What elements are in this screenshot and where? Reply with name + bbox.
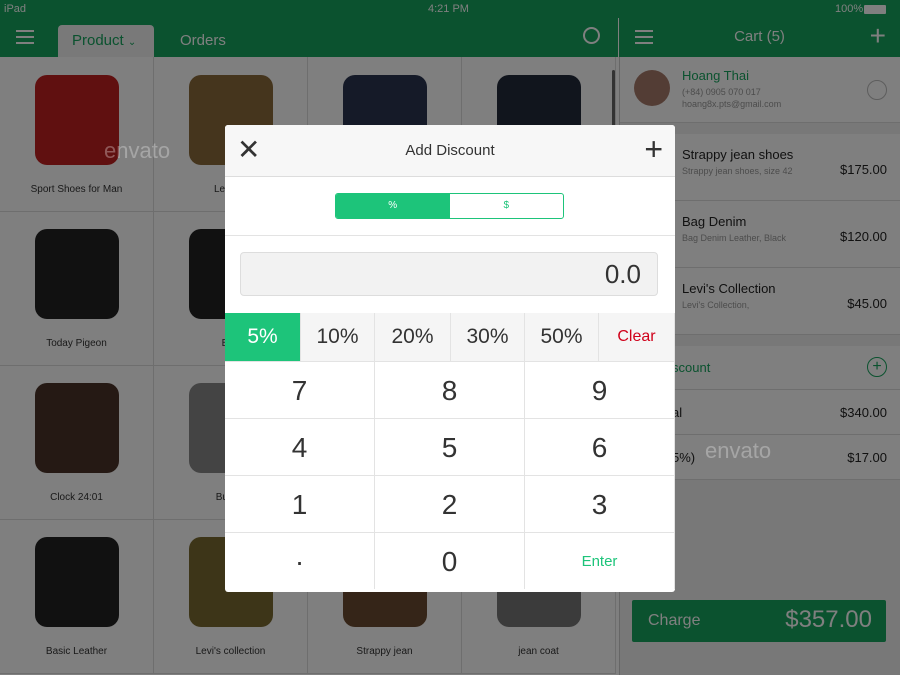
enter-button[interactable]: Enter (525, 532, 675, 589)
key-5[interactable]: 5 (375, 418, 525, 475)
add-discount-modal: ✕ Add Discount + % $ 0.0 5% 10% 20% 30% 50% C… (225, 125, 675, 592)
clear-button[interactable]: Clear (599, 313, 675, 361)
key-3[interactable]: 3 (525, 475, 675, 532)
percent-option[interactable]: % (336, 194, 450, 218)
key-6[interactable]: 6 (525, 418, 675, 475)
preset-20-percent[interactable]: 20% (375, 313, 451, 361)
discount-type-toggle: % $ (335, 193, 564, 219)
dollar-option[interactable]: $ (450, 194, 564, 218)
key-4[interactable]: 4 (225, 418, 375, 475)
preset-50-percent[interactable]: 50% (525, 313, 599, 361)
key-0[interactable]: 0 (375, 532, 525, 589)
modal-header: ✕ Add Discount + (225, 125, 675, 177)
watermark: envato (705, 438, 772, 463)
preset-10-percent[interactable]: 10% (301, 313, 375, 361)
key-7[interactable]: 7 (225, 361, 375, 418)
key-8[interactable]: 8 (375, 361, 525, 418)
preset-5-percent[interactable]: 5% (225, 313, 301, 361)
key-9[interactable]: 9 (525, 361, 675, 418)
key-2[interactable]: 2 (375, 475, 525, 532)
preset-30-percent[interactable]: 30% (451, 313, 525, 361)
key-decimal[interactable]: · (225, 532, 375, 589)
key-1[interactable]: 1 (225, 475, 375, 532)
modal-title: Add Discount (405, 142, 495, 159)
discount-value-input[interactable]: 0.0 (240, 252, 658, 296)
add-icon[interactable]: + (644, 131, 663, 167)
watermark: envato (104, 138, 171, 163)
